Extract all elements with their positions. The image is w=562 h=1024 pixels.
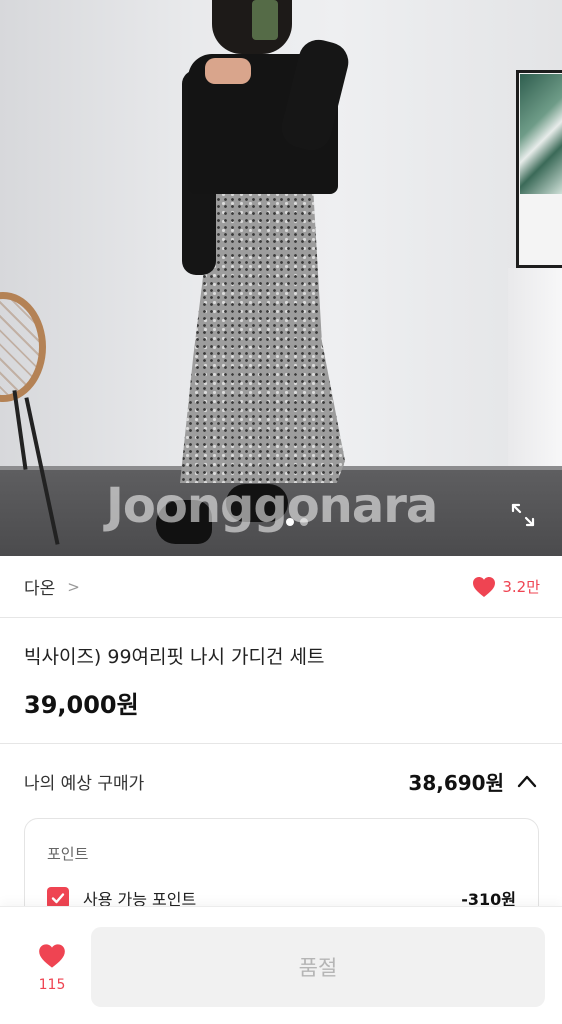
product-price: 39,000원 bbox=[24, 691, 139, 719]
product-info: 빅사이즈) 99여리핏 나시 가디건 세트 39,000원 bbox=[0, 619, 562, 744]
points-title: 포인트 bbox=[47, 845, 89, 863]
wish-count: 115 bbox=[38, 977, 66, 993]
chevron-right-icon: > bbox=[67, 577, 80, 596]
seller-link[interactable]: 다온 > bbox=[24, 574, 80, 600]
bottom-action-bar: 115 품절 bbox=[0, 906, 562, 1024]
image-frame-art bbox=[520, 74, 562, 194]
heart-icon bbox=[473, 576, 496, 597]
likes-summary: 3.2만 bbox=[472, 576, 540, 598]
seller-row: 다온 > 3.2만 bbox=[0, 556, 562, 618]
expected-price-value: 38,690원 bbox=[408, 770, 504, 795]
product-title: 빅사이즈) 99여리핏 나시 가디건 세트 bbox=[24, 646, 325, 668]
expand-icon[interactable] bbox=[510, 502, 536, 528]
chevron-up-icon[interactable] bbox=[516, 774, 538, 788]
seller-name: 다온 bbox=[24, 579, 56, 599]
soldout-button[interactable]: 품절 bbox=[91, 927, 545, 1007]
check-icon bbox=[51, 893, 65, 904]
product-image-carousel[interactable]: Joonggonara bbox=[0, 0, 562, 556]
likes-count: 3.2만 bbox=[502, 578, 540, 596]
image-neck bbox=[205, 58, 251, 84]
carousel-dot-active bbox=[286, 518, 294, 526]
expected-price-label: 나의 예상 구매가 bbox=[24, 773, 145, 794]
expected-price-toggle[interactable]: 38,690원 bbox=[408, 767, 538, 796]
carousel-indicator bbox=[286, 518, 308, 526]
wish-button[interactable]: 115 bbox=[32, 943, 72, 1003]
expected-price-row[interactable]: 나의 예상 구매가 38,690원 bbox=[0, 745, 562, 817]
heart-icon bbox=[39, 944, 65, 968]
image-plinth bbox=[508, 268, 562, 498]
image-phone bbox=[252, 0, 278, 40]
carousel-dot bbox=[300, 518, 308, 526]
